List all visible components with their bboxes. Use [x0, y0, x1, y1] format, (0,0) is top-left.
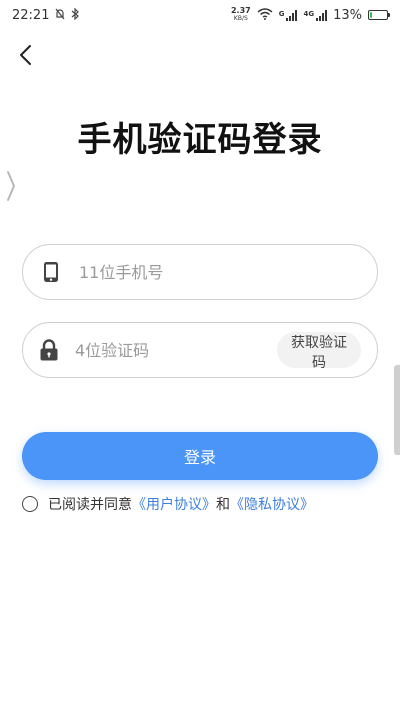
signal-tag-1: G	[278, 9, 285, 18]
network-speed: 2.37 KB/S	[231, 7, 251, 23]
status-bar-right: 2.37 KB/S G 4G 13%	[231, 7, 390, 23]
battery-icon	[368, 10, 390, 20]
page-title: 手机验证码登录	[77, 120, 323, 160]
network-speed-value: 2.37	[230, 6, 251, 15]
bluetooth-icon	[71, 7, 80, 23]
status-bar-left: 22:21	[12, 7, 80, 23]
agreement-conjunction: 和	[216, 497, 230, 513]
agreement-row: 已阅读并同意 《用户协议》 和 《隐私协议》	[22, 493, 314, 515]
wifi-icon	[257, 7, 273, 23]
scrollbar-thumb[interactable]	[394, 365, 400, 455]
do-not-disturb-icon	[55, 8, 65, 23]
get-code-button[interactable]: 获取验证码	[277, 332, 361, 371]
login-button[interactable]: 登录	[22, 432, 378, 480]
phone-input-container[interactable]	[22, 244, 378, 300]
lock-icon	[39, 338, 59, 362]
network-speed-unit: KB/S	[233, 15, 248, 22]
phone-icon	[39, 260, 63, 284]
user-agreement-link[interactable]: 《用户协议》	[132, 494, 216, 514]
agreement-prefix: 已阅读并同意	[48, 497, 132, 513]
signal-tag-2: 4G	[303, 9, 315, 18]
code-input-container[interactable]: 获取验证码	[22, 322, 378, 378]
status-time: 22:21	[12, 7, 50, 23]
chevron-left-icon	[20, 45, 31, 65]
chevron-right-icon	[7, 171, 15, 201]
back-button[interactable]	[12, 40, 38, 70]
signal-icon-1: G	[278, 9, 298, 21]
battery-percent: 13%	[333, 7, 362, 23]
battery-fill	[370, 12, 373, 18]
phone-number-input[interactable]	[77, 244, 361, 300]
verification-code-input[interactable]	[73, 322, 277, 378]
side-edge-handle[interactable]	[4, 168, 18, 204]
signal-icon-2: 4G	[303, 9, 328, 21]
agree-radio[interactable]	[22, 496, 38, 512]
status-bar: 22:21 2.37 KB/S G 4G 13%	[0, 0, 400, 30]
privacy-policy-link[interactable]: 《隐私协议》	[230, 494, 314, 514]
